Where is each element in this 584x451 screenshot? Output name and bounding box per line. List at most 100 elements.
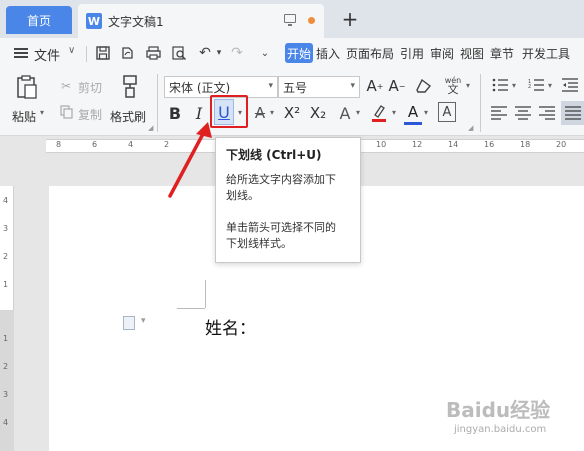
ruler-number: 3 (3, 224, 9, 233)
decrease-indent-icon[interactable] (560, 76, 580, 94)
cut-button[interactable]: 剪切 (78, 79, 102, 96)
tooltip-text: 给所选文字内容添加下 (226, 173, 336, 186)
tab-view[interactable]: 视图 (460, 45, 484, 62)
ruler-number: 2 (3, 362, 9, 371)
ruler-number: 12 (412, 140, 423, 149)
tab-document[interactable]: W 文字文稿1 (78, 4, 324, 38)
justify-icon[interactable] (561, 101, 584, 125)
font-size-value: 五号 (283, 80, 308, 95)
print-preview-icon[interactable] (170, 44, 188, 62)
chevron-down-icon[interactable]: ▾ (354, 104, 362, 120)
bullet-list-icon[interactable] (490, 76, 510, 94)
more-chevron-icon[interactable]: ⌄ (256, 44, 274, 62)
superscript-button[interactable]: X² (280, 101, 304, 125)
tab-home-ribbon[interactable]: 开始 (285, 43, 313, 63)
divider (157, 74, 158, 132)
hamburger-icon[interactable] (14, 48, 28, 58)
copy-icon[interactable] (58, 104, 74, 120)
divider (480, 74, 481, 132)
align-center-icon[interactable] (514, 104, 532, 122)
chevron-down-icon[interactable]: ▾ (510, 78, 518, 92)
export-icon[interactable] (118, 44, 136, 62)
tab-page-layout[interactable]: 页面布局 (346, 45, 394, 62)
file-menu[interactable]: 文件 (34, 45, 60, 64)
ruler-number: 1 (3, 280, 9, 289)
chevron-down-icon[interactable]: ▾ (422, 104, 430, 120)
paste-icon[interactable] (14, 74, 40, 100)
italic-button[interactable]: I (190, 101, 208, 125)
font-color-icon[interactable]: A (404, 101, 422, 125)
tab-review[interactable]: 审阅 (430, 45, 454, 62)
ribbon: 粘贴 ▾ ✂ 剪切 复制 格式刷 ◢ 宋体 (正文) ▾ 五号 ▾ A + A − … (0, 68, 584, 136)
save-icon[interactable] (94, 44, 112, 62)
ruler-number: 1 (3, 334, 9, 343)
chevron-down-icon[interactable]: ▾ (268, 81, 273, 91)
tab-home[interactable]: 首页 (6, 6, 72, 34)
scissors-icon[interactable]: ✂ (58, 78, 74, 94)
tooltip-text: 下划线样式。 (226, 237, 292, 250)
chevron-down-icon[interactable]: ▾ (268, 104, 276, 120)
tooltip-spacer (226, 204, 350, 220)
numbered-list-icon[interactable]: 12 (526, 76, 546, 94)
strikethrough-button[interactable]: A (252, 101, 268, 125)
paragraph-layout-icon[interactable] (123, 316, 135, 330)
monitor-icon[interactable] (284, 14, 296, 26)
align-right-icon[interactable] (538, 104, 556, 122)
baidu-watermark-url: jingyan.baidu.com (454, 424, 547, 435)
chevron-down-icon[interactable]: ∨ (68, 45, 75, 56)
ruler-number: 4 (3, 418, 9, 427)
ruler-number: 2 (3, 252, 9, 261)
bold-button[interactable]: B (166, 101, 184, 125)
redo-icon[interactable]: ↷ (228, 44, 246, 62)
text-effect-icon[interactable]: A (336, 101, 354, 125)
clear-format-icon[interactable] (414, 76, 434, 96)
chevron-down-icon[interactable]: ▾ (390, 104, 398, 120)
chevron-down-icon[interactable]: ▾ (210, 44, 228, 62)
tab-section[interactable]: 章节 (490, 45, 514, 62)
align-left-icon[interactable] (490, 104, 508, 122)
font-name-value: 宋体 (正文) (169, 80, 231, 95)
svg-text:2: 2 (528, 84, 531, 90)
highlight-pen-icon[interactable] (370, 101, 388, 125)
subscript-button[interactable]: X₂ (306, 101, 330, 125)
decrease-font-size-icon[interactable]: A − (388, 76, 406, 96)
tab-bar: 首页 W 文字文稿1 + (0, 0, 584, 38)
margin-corner-mark (205, 280, 206, 308)
baidu-watermark: Baidu经验 (446, 398, 551, 422)
chevron-down-icon[interactable]: ▾ (141, 316, 146, 326)
copy-button[interactable]: 复制 (78, 106, 102, 123)
document-text[interactable]: 姓名： (205, 314, 256, 339)
divider (86, 46, 87, 62)
ruler-number: 2 (164, 140, 170, 149)
chevron-down-icon[interactable]: ▾ (40, 108, 44, 117)
font-size-select[interactable]: 五号 ▾ (278, 76, 360, 98)
character-border-icon[interactable]: A (438, 102, 456, 122)
increase-font-size-icon[interactable]: A + (366, 76, 384, 96)
tooltip-text: 划线。 (226, 189, 259, 202)
wps-writer-icon: W (86, 13, 102, 29)
font-group-launcher-icon[interactable]: ◢ (468, 124, 473, 132)
ruler-number: 4 (128, 140, 134, 149)
clipboard-group-launcher-icon[interactable]: ◢ (148, 124, 153, 132)
tab-insert[interactable]: 插入 (316, 45, 340, 62)
document-title: 文字文稿1 (108, 14, 164, 29)
add-tab-button[interactable]: + (338, 6, 362, 32)
tab-developer[interactable]: 开发工具 (522, 45, 570, 62)
underline-highlight-box (210, 95, 248, 128)
print-icon[interactable] (144, 44, 162, 62)
vertical-ruler[interactable]: 4 3 2 1 1 2 3 4 (0, 186, 14, 451)
format-painter-icon[interactable] (118, 74, 142, 100)
chevron-down-icon[interactable]: ▾ (350, 81, 355, 91)
paste-button[interactable]: 粘贴 (12, 108, 36, 125)
chevron-down-icon[interactable]: ▾ (463, 78, 473, 92)
chevron-down-icon[interactable]: ▾ (546, 78, 554, 92)
pinyin-guide-icon[interactable]: wén 文 (442, 74, 464, 96)
ruler-number: 8 (56, 140, 62, 149)
ruler-number: 6 (92, 140, 98, 149)
ruler-number: 16 (484, 140, 495, 149)
menu-bar: 文件 ∨ ↶ ▾ ↷ ⌄ 开始 插入 页面布局 引用 审阅 视图 章节 开发工具 (0, 38, 584, 68)
ruler-number: 18 (520, 140, 531, 149)
margin-corner-mark (177, 308, 205, 309)
format-painter-button[interactable]: 格式刷 (110, 108, 146, 125)
tab-references[interactable]: 引用 (400, 45, 424, 62)
